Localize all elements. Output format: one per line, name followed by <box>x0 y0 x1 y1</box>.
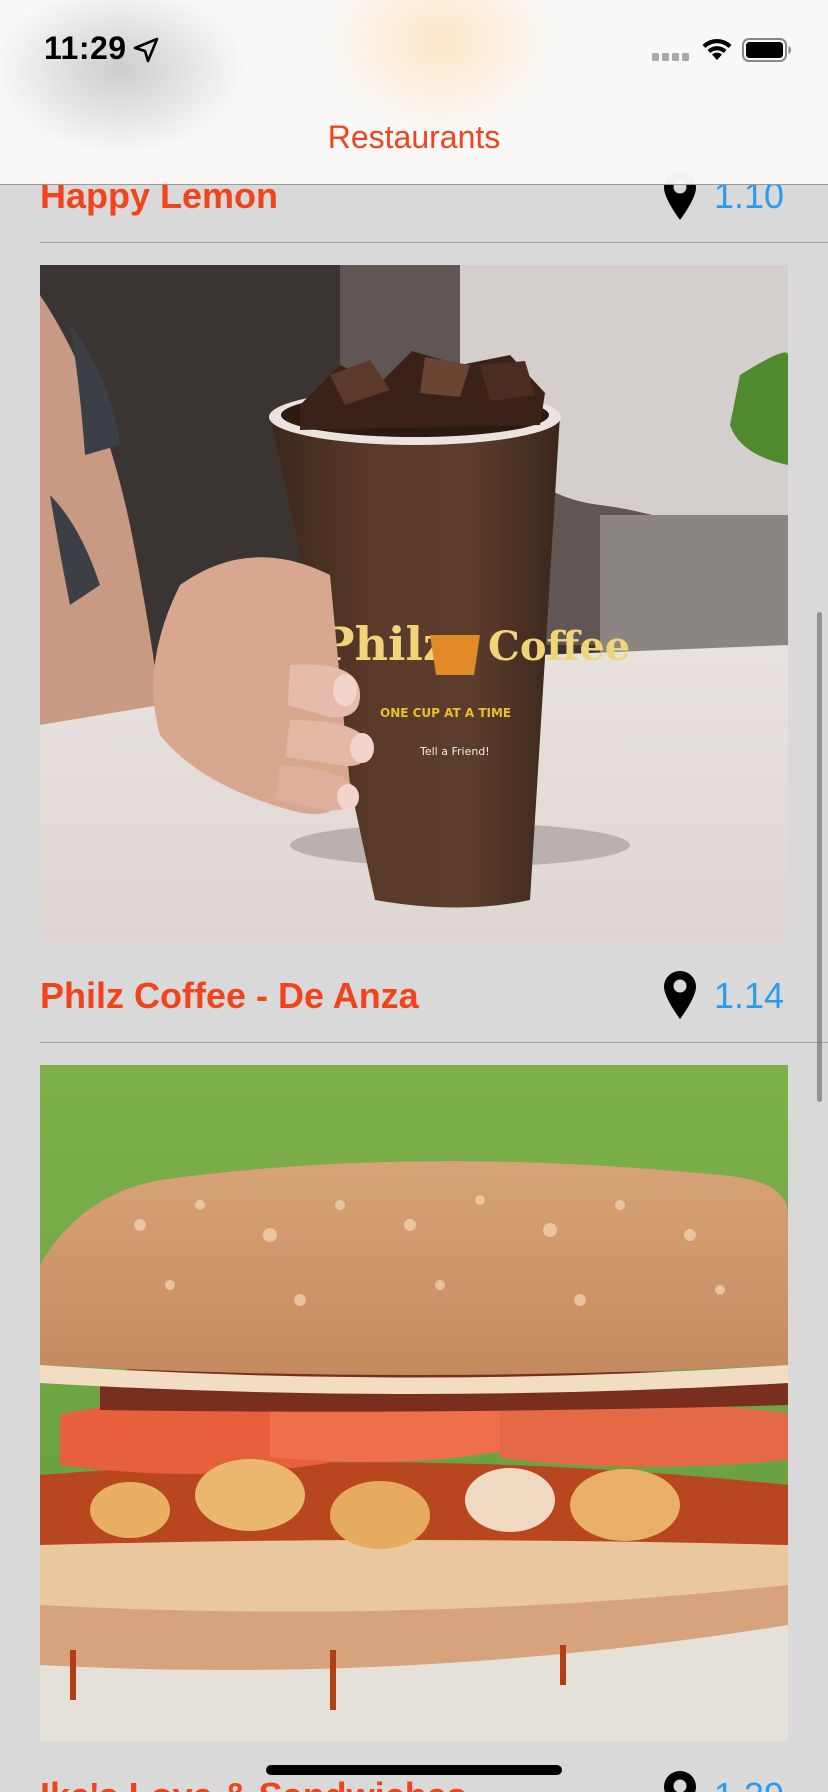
location-pin-icon <box>664 1771 696 1792</box>
status-time: 11:29 <box>44 30 127 66</box>
location-arrow-icon <box>133 37 159 63</box>
cellular-signal-icon <box>652 53 689 61</box>
row-separator <box>40 1042 828 1043</box>
svg-text:ONE CUP AT A TIME: ONE CUP AT A TIME <box>380 706 511 720</box>
row-separator <box>40 242 828 243</box>
distance-label: 1.14 <box>714 975 785 1016</box>
location-pin-icon <box>664 971 696 1019</box>
battery-icon <box>742 38 791 62</box>
distance-label: 1.39 <box>714 1775 784 1792</box>
svg-text:Philz: Philz <box>320 617 449 671</box>
page-title: Restaurants <box>327 119 501 155</box>
svg-text:Tell a Friend!: Tell a Friend! <box>419 745 490 758</box>
navigation-header: 11:29 Restaurants <box>0 0 828 185</box>
restaurant-photo <box>40 1065 788 1741</box>
restaurant-photo: Philz Coffee ONE CUP AT A TIME Tell a Fr… <box>40 265 788 941</box>
home-indicator[interactable] <box>266 1765 562 1775</box>
sandwich-photo <box>40 1065 788 1741</box>
iced-coffee-cup-photo: Philz Coffee ONE CUP AT A TIME Tell a Fr… <box>40 265 788 941</box>
restaurant-name: Ike's Love & Sandwiches <box>40 1775 467 1792</box>
svg-text:Coffee: Coffee <box>488 623 630 670</box>
restaurant-list[interactable]: Happy Lemon 1.10 Philz Coffee ONE CUP AT… <box>0 0 828 1792</box>
wifi-icon <box>702 38 732 60</box>
scrollbar[interactable] <box>817 612 822 1102</box>
restaurant-name: Philz Coffee - De Anza <box>40 975 419 1016</box>
restaurants-screen: Happy Lemon 1.10 Philz Coffee ONE CUP AT… <box>0 0 828 1792</box>
